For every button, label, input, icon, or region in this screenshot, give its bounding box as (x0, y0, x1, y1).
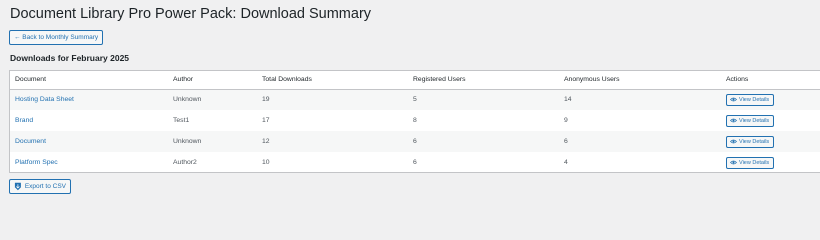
view-details-button[interactable]: View Details (726, 156, 774, 169)
export-to-csv-label: Export to CSV (24, 183, 66, 190)
anonymous-users-cell: 14 (559, 89, 721, 110)
column-header-author: Author (168, 71, 257, 90)
column-header-anonymous-users: Anonymous Users (559, 71, 721, 90)
anonymous-users-cell: 4 (564, 159, 568, 166)
view-details-label: View Details (739, 159, 770, 166)
downloads-table: Document Author Total Downloads Register… (9, 70, 820, 173)
anonymous-users-cell: 6 (559, 131, 721, 152)
total-downloads-cell: 12 (257, 131, 408, 152)
eye-icon (730, 139, 737, 144)
export-to-csv-button[interactable]: Export to CSV (9, 179, 71, 194)
author-cell: Unknown (168, 89, 257, 110)
eye-icon (730, 160, 737, 165)
anonymous-users-cell: 9 (564, 117, 568, 124)
registered-users-cell: 8 (413, 117, 417, 124)
registered-users-cell: 6 (408, 131, 559, 152)
column-header-registered-users: Registered Users (408, 71, 559, 90)
eye-icon (730, 97, 737, 102)
document-link[interactable]: Platform Spec (15, 159, 58, 166)
table-row: Hosting Data Sheet Unknown 19 5 14 View … (10, 89, 820, 110)
author-cell: Unknown (168, 131, 257, 152)
eye-icon (730, 118, 737, 123)
table-header-row: Document Author Total Downloads Register… (10, 71, 820, 90)
registered-users-cell: 6 (413, 159, 417, 166)
back-to-monthly-summary-button[interactable]: ← Back to Monthly Summary (9, 30, 103, 45)
registered-users-cell: 5 (408, 89, 559, 110)
document-link[interactable]: Document (15, 138, 46, 145)
total-downloads-cell: 17 (262, 117, 270, 124)
author-cell: Test1 (173, 117, 190, 124)
view-details-button[interactable]: View Details (726, 93, 774, 106)
download-icon (14, 182, 21, 191)
column-header-actions: Actions (721, 71, 820, 90)
view-details-label: View Details (739, 96, 770, 103)
section-title: Downloads for February 2025 (10, 53, 130, 63)
column-header-total-downloads: Total Downloads (257, 71, 408, 90)
author-cell: Author2 (173, 159, 197, 166)
document-link[interactable]: Brand (15, 117, 33, 124)
view-details-button[interactable]: View Details (726, 135, 774, 148)
view-details-label: View Details (739, 117, 770, 124)
table-row: Document Unknown 12 6 6 View Details (10, 131, 820, 152)
view-details-label: View Details (739, 138, 770, 145)
table-row: Brand Test1 17 8 9 View Details (10, 110, 820, 131)
view-details-button[interactable]: View Details (726, 114, 774, 127)
page-title: Document Library Pro Power Pack: Downloa… (10, 6, 372, 22)
column-header-document: Document (10, 71, 168, 90)
table-row: Platform Spec Author2 10 6 4 View Detail… (10, 152, 820, 172)
total-downloads-cell: 10 (262, 159, 270, 166)
total-downloads-cell: 19 (257, 89, 408, 110)
document-link[interactable]: Hosting Data Sheet (15, 96, 74, 103)
